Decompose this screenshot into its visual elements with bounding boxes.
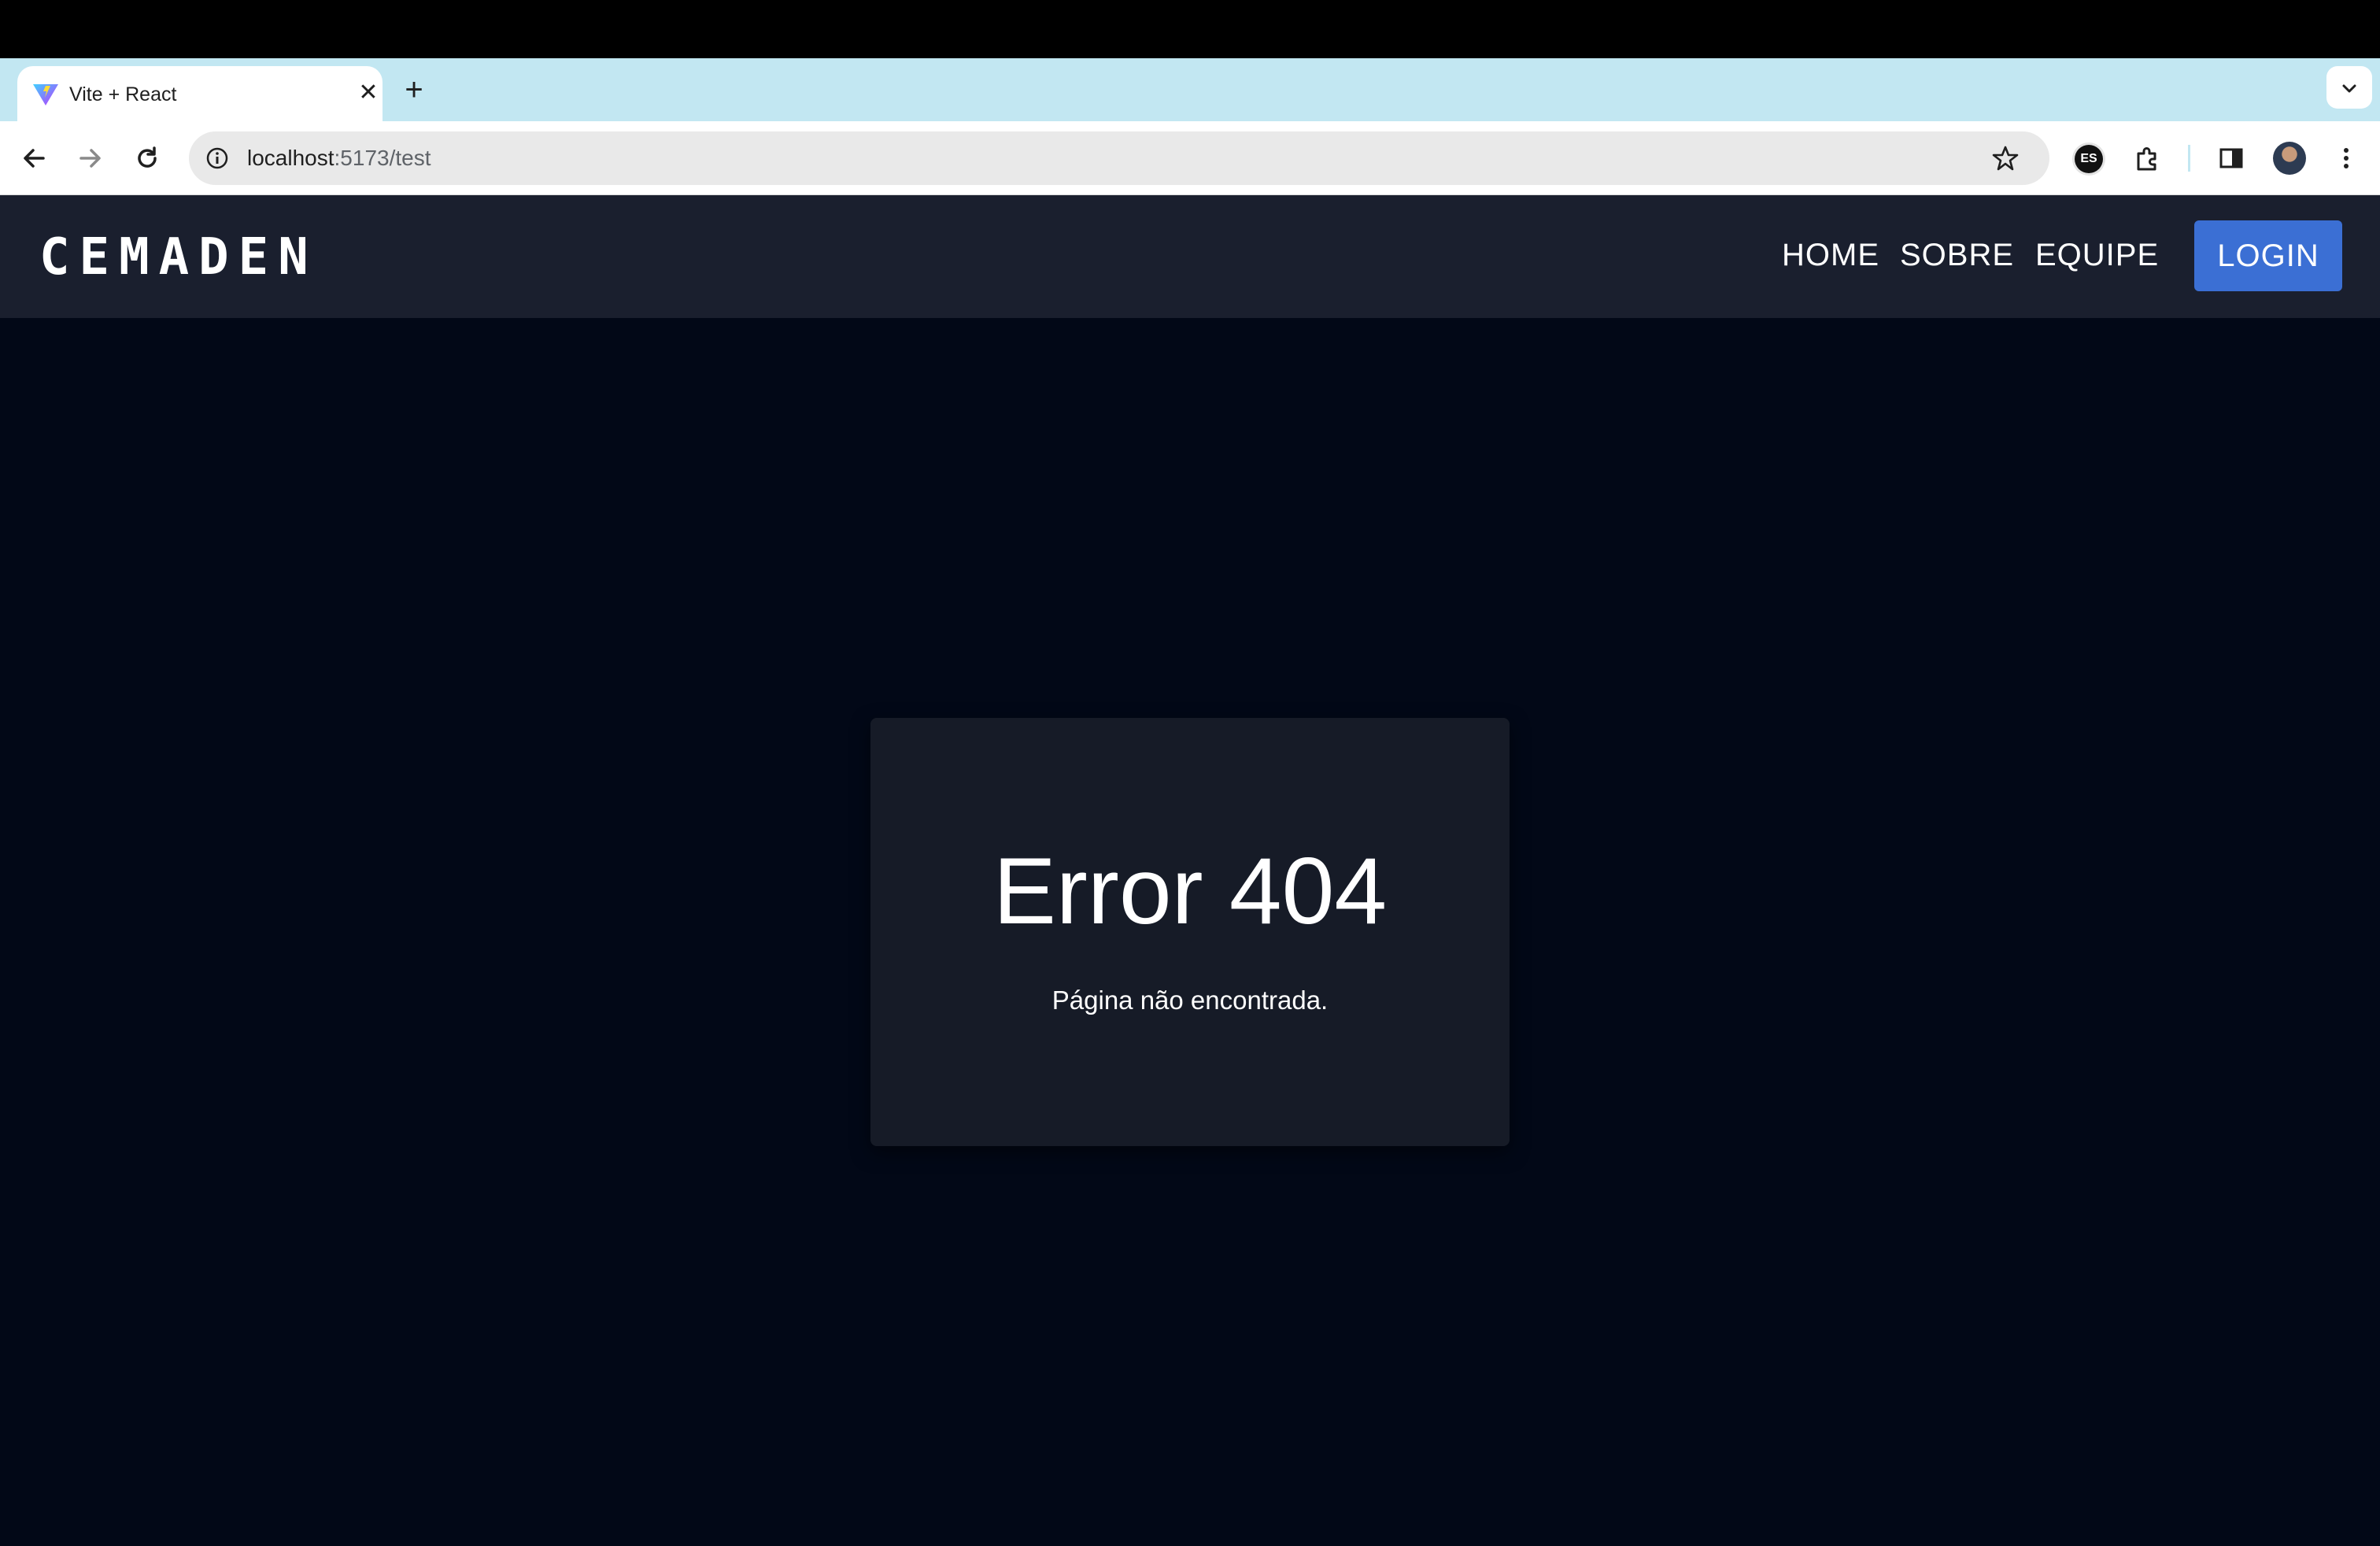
url-text[interactable]: localhost:5173/test <box>247 146 431 171</box>
side-panel-icon <box>2219 148 2243 168</box>
error-title: Error 404 <box>992 838 1388 944</box>
nav-sobre-link[interactable]: SOBRE <box>1900 238 2014 273</box>
back-icon <box>24 149 45 168</box>
browser-tab-active[interactable]: Vite + React ✕ <box>17 66 382 123</box>
nav-equipe-link[interactable]: EQUIPE <box>2035 238 2159 273</box>
new-tab-button[interactable]: + <box>398 74 430 105</box>
url-host: localhost <box>247 146 334 170</box>
bookmark-star-icon[interactable] <box>1991 144 2020 172</box>
forward-button[interactable] <box>71 139 110 178</box>
chevron-down-icon <box>2342 84 2356 93</box>
vite-logo-icon <box>33 84 58 105</box>
site-logo[interactable]: CEMADEN <box>39 228 318 287</box>
menu-dots-icon <box>2344 148 2349 168</box>
url-path: :5173/test <box>334 146 431 170</box>
toolbar-divider <box>2188 145 2190 172</box>
login-button[interactable]: LOGIN <box>2194 220 2342 291</box>
browser-tab-strip: Vite + React ✕ + <box>0 58 2380 123</box>
reload-button[interactable] <box>128 139 167 178</box>
error-card: Error 404 Página não encontrada. <box>870 718 1510 1146</box>
browser-menu-button[interactable] <box>2326 139 2366 178</box>
extensions-button[interactable] <box>2128 139 2168 178</box>
extension-es-icon[interactable]: ES <box>2075 145 2103 173</box>
site-header: CEMADEN HOME SOBRE EQUIPE LOGIN <box>0 195 2380 318</box>
reload-icon <box>138 146 157 168</box>
side-panel-button[interactable] <box>2212 139 2251 178</box>
tab-title: Vite + React <box>69 83 177 105</box>
screen-top-bezel <box>0 0 2380 58</box>
forward-icon <box>79 149 101 168</box>
nav-home-link[interactable]: HOME <box>1782 238 1879 273</box>
back-button[interactable] <box>14 139 54 178</box>
site-info-icon[interactable] <box>205 146 230 171</box>
app-page: CEMADEN HOME SOBRE EQUIPE LOGIN Error 40… <box>0 195 2380 1546</box>
close-tab-icon[interactable]: ✕ <box>354 79 382 107</box>
profile-avatar[interactable] <box>2273 142 2306 175</box>
browser-toolbar: localhost:5173/test ES <box>0 121 2380 195</box>
extensions-icon <box>2137 147 2156 171</box>
address-bar[interactable]: localhost:5173/test <box>189 131 2049 185</box>
tab-search-button[interactable] <box>2326 66 2372 109</box>
error-message: Página não encontrada. <box>1051 986 1329 1015</box>
